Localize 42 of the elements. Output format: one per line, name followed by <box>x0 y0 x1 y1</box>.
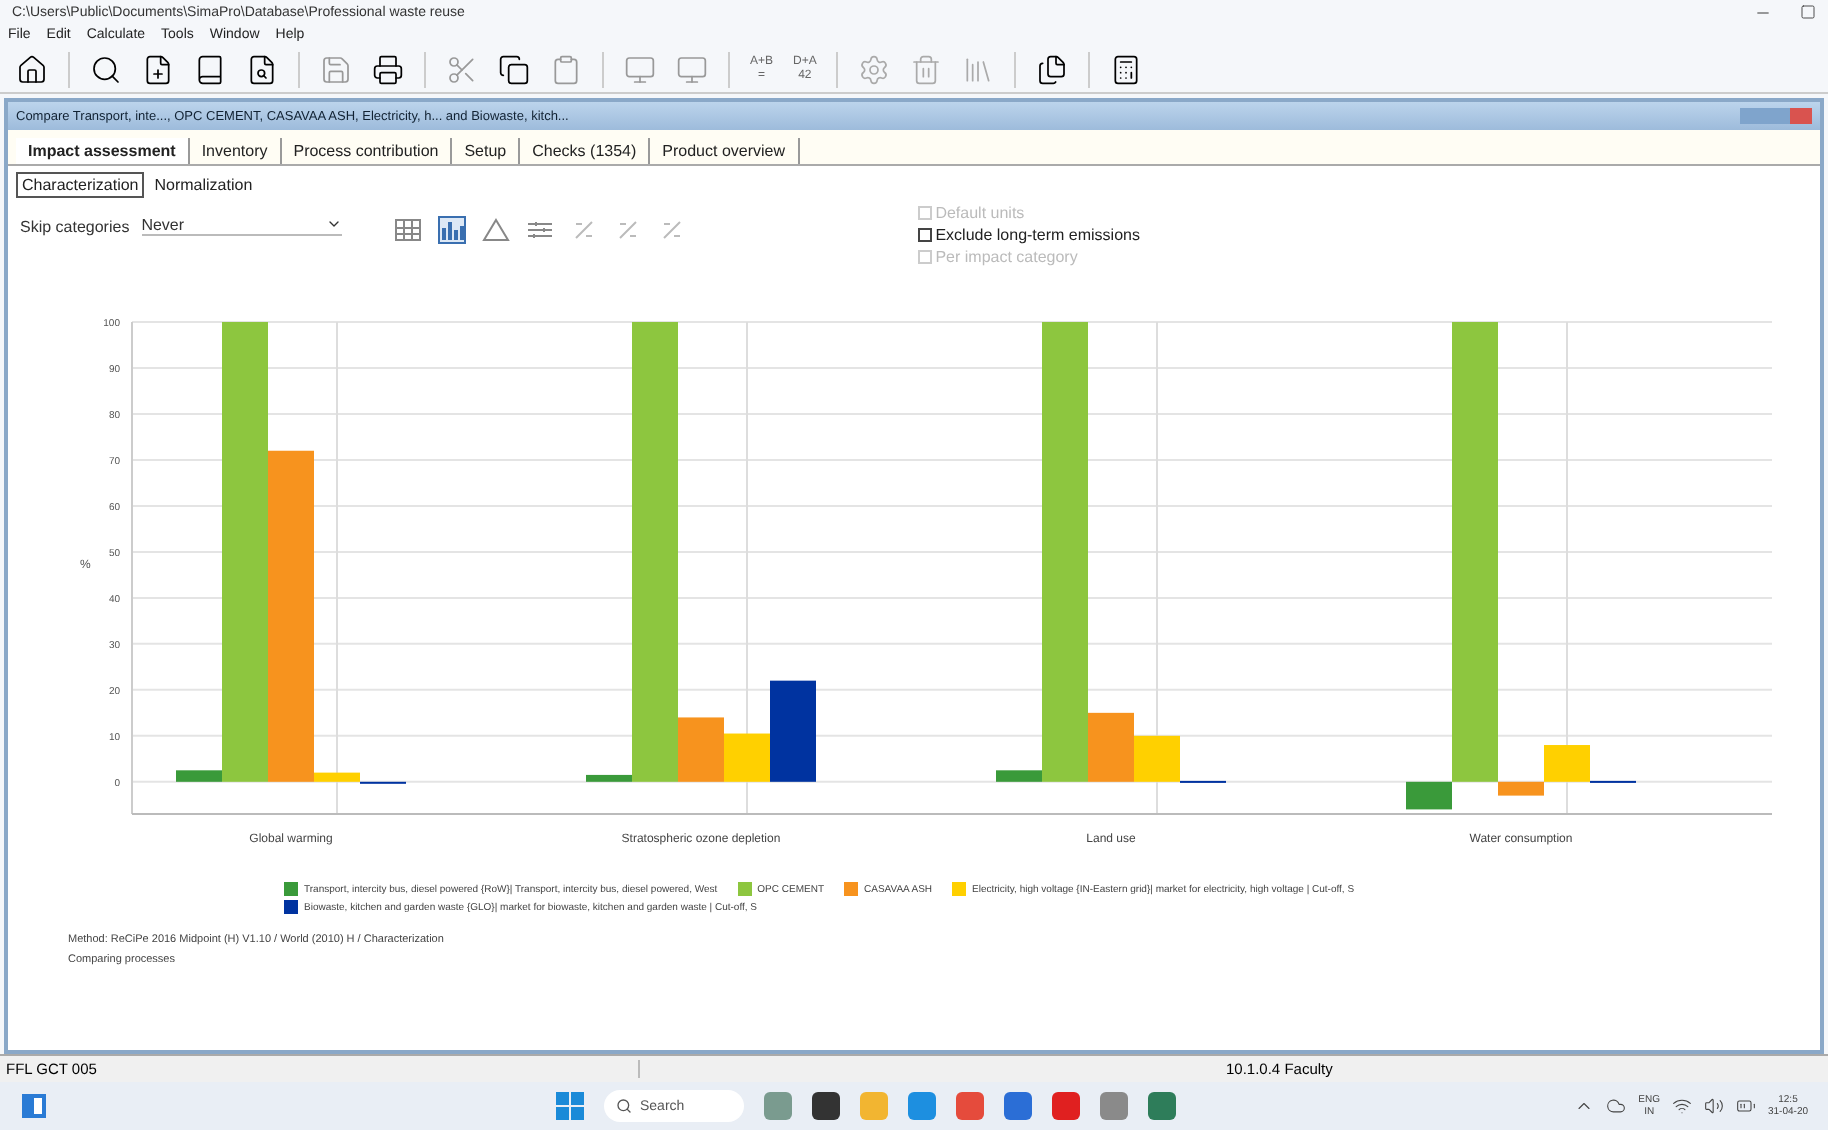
search-icon[interactable] <box>90 53 122 85</box>
tab[interactable]: Setup <box>452 138 521 164</box>
gear-icon[interactable] <box>858 53 891 85</box>
app-icon[interactable] <box>812 1092 840 1120</box>
table-icon[interactable] <box>393 216 422 244</box>
maximize-icon[interactable] <box>1800 4 1816 20</box>
bin-icon[interactable] <box>910 53 943 85</box>
search-icon <box>616 1098 632 1114</box>
printer-icon[interactable] <box>372 53 404 85</box>
checkbox[interactable]: Exclude long-term emissions <box>917 226 1140 244</box>
field-label: Skip categories <box>20 217 130 235</box>
cloud-icon[interactable] <box>1606 1096 1627 1116</box>
tab[interactable]: Product overview <box>650 138 800 164</box>
tab[interactable]: Inventory <box>189 138 282 164</box>
copy-icon[interactable] <box>498 53 530 85</box>
file-search-icon[interactable] <box>246 53 278 85</box>
wifi-icon[interactable] <box>1671 1096 1692 1116</box>
widgets-icon[interactable] <box>20 1092 48 1120</box>
tab[interactable]: Characterization <box>16 172 145 198</box>
sliders-icon[interactable] <box>525 216 554 244</box>
library-icon[interactable] <box>962 53 995 85</box>
tab[interactable]: Process contribution <box>281 138 453 164</box>
battery-icon[interactable] <box>1735 1096 1756 1116</box>
book-icon[interactable] <box>194 53 226 85</box>
tab[interactable]: Checks (1354) <box>520 138 651 164</box>
monitor-icon[interactable] <box>676 53 708 85</box>
chevron-down-icon <box>325 216 342 232</box>
save-icon[interactable] <box>320 53 352 85</box>
tab[interactable]: Normalization <box>148 172 259 198</box>
triangle-icon[interactable] <box>481 216 510 244</box>
home-icon[interactable] <box>16 53 48 85</box>
volume-icon[interactable] <box>1703 1096 1724 1116</box>
bar-chart-icon[interactable] <box>437 216 466 244</box>
windows-logo-icon[interactable] <box>556 1092 584 1120</box>
new-file-icon[interactable] <box>142 53 174 85</box>
tab[interactable]: Impact assessment <box>16 138 190 164</box>
monitor-icon[interactable] <box>624 53 656 85</box>
scissors-icon[interactable] <box>446 53 478 85</box>
clipboard-icon[interactable] <box>550 53 582 85</box>
calculator-icon[interactable] <box>1110 53 1143 85</box>
skip-categories-dropdown[interactable]: Never <box>141 216 342 236</box>
documents-icon[interactable] <box>1036 53 1069 85</box>
